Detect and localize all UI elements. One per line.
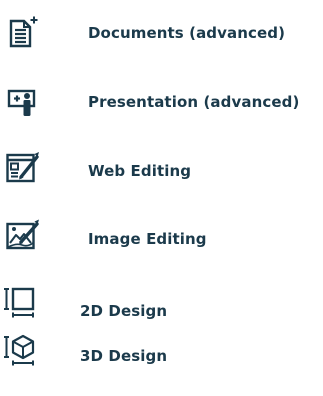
menu-item-web-editing[interactable]: Web Editing [0,148,323,196]
3d-design-icon [4,333,38,367]
menu-item-label: Web Editing [88,162,192,180]
2d-design-icon [4,285,38,319]
menu-item-documents-advanced[interactable]: Documents (advanced) [0,10,323,58]
menu-item-label: 3D Design [80,347,168,365]
image-editing-icon [6,218,40,252]
menu-item-label: 2D Design [80,302,168,320]
web-editing-icon [6,150,40,184]
menu-item-2d-design[interactable]: 2D Design [0,285,323,333]
menu-item-label: Documents (advanced) [88,24,286,42]
menu-item-label: Presentation (advanced) [88,93,300,111]
menu-item-presentation-advanced[interactable]: Presentation (advanced) [0,80,323,128]
app-category-menu: Documents (advanced) Presentation (advan… [0,0,323,396]
menu-item-image-editing[interactable]: Image Editing [0,215,323,263]
menu-item-3d-design[interactable]: 3D Design [0,333,323,381]
menu-item-label: Image Editing [88,230,207,248]
document-plus-icon [6,16,40,50]
presentation-icon [6,83,40,117]
